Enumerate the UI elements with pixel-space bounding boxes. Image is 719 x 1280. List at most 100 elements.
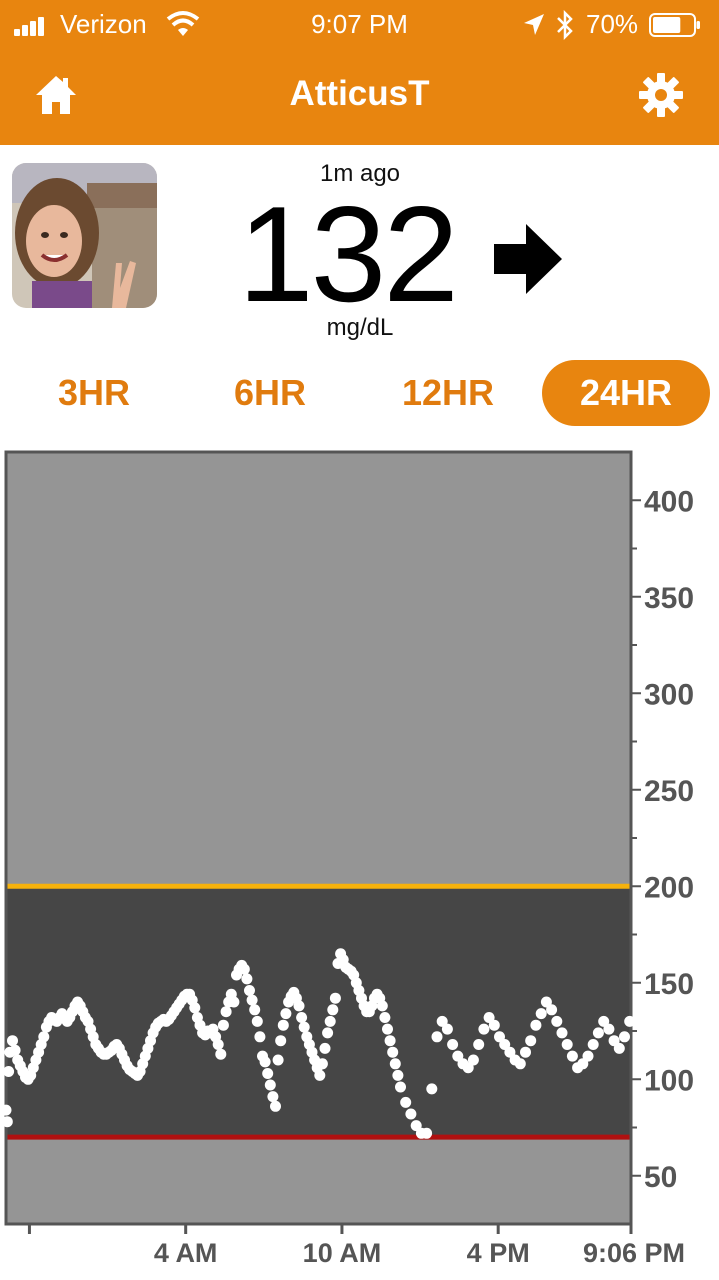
glucose-reading-point [259, 1056, 271, 1068]
glucose-reading-point [3, 1066, 15, 1077]
glucose-reading-point [316, 1058, 328, 1070]
glucose-reading-point [379, 1012, 391, 1023]
y-tick-label: 350 [644, 582, 694, 615]
glucose-reading-point [530, 1019, 542, 1031]
glucose-reading-point [389, 1058, 401, 1070]
glucose-reading-point [7, 1035, 18, 1047]
y-tick-label: 300 [644, 678, 694, 711]
patient-avatar [12, 163, 157, 308]
glucose-reading-point [215, 1048, 227, 1060]
location-arrow-icon [524, 14, 544, 35]
battery-percent: 70% [586, 9, 639, 39]
glucose-reading-point [473, 1039, 485, 1050]
glucose-reading-point [441, 1023, 453, 1035]
glucose-reading-point [254, 1031, 266, 1043]
glucose-reading-point [217, 1019, 229, 1031]
glucose-reading-point [392, 1069, 404, 1081]
glucose-reading-point [387, 1046, 399, 1058]
glucose-reading-point [400, 1096, 412, 1108]
glucose-reading-point [525, 1035, 537, 1047]
x-tick-label: 4 AM [154, 1238, 218, 1268]
y-tick-label: 250 [644, 775, 694, 808]
battery-icon [649, 13, 700, 37]
glucose-reading-point [592, 1027, 604, 1039]
tab-24hr[interactable]: 24HR [542, 360, 710, 426]
glucose-reading-point [298, 1021, 310, 1033]
glucose-reading-point [246, 994, 258, 1006]
glucose-reading-point [535, 1008, 547, 1020]
glucose-reading-point [447, 1039, 459, 1050]
glucose-reading-point [244, 985, 255, 996]
glucose-reading-point [220, 1006, 232, 1018]
glucose-reading-point [561, 1039, 573, 1050]
glucose-value: 132 [238, 178, 459, 330]
glucose-reading-point [9, 1044, 21, 1056]
glucose-reading-point [262, 1068, 274, 1079]
glucose-reading-point [327, 1004, 339, 1016]
glucose-reading-point [546, 1004, 558, 1016]
x-tick-label: 9:06 PM [583, 1238, 685, 1268]
glucose-reading-point [270, 1100, 281, 1112]
glucose-reading-point [329, 992, 341, 1004]
glucose-reading-point [587, 1039, 599, 1050]
glucose-reading-point [384, 1035, 396, 1047]
glucose-reading-point [514, 1058, 526, 1070]
x-tick-label: 4 PM [467, 1238, 530, 1268]
y-tick-label: 150 [644, 968, 694, 1001]
glucose-chart: 50 100 150 200 250 300 350 400 4 AM 10 AM 4 PM 9:06… [0, 450, 694, 1268]
tab-12hr[interactable]: 12HR [380, 360, 516, 426]
glucose-reading-point [277, 1019, 289, 1031]
gear-icon[interactable] [638, 72, 684, 118]
glucose-reading-point [251, 1015, 263, 1027]
app-header: Verizon 9:07 PM 70% AtticusT [0, 0, 719, 145]
glucose-reading-point [467, 1054, 479, 1066]
glucose-reading-point [228, 996, 240, 1008]
bluetooth-icon [557, 10, 573, 40]
arrow-right-icon [494, 224, 562, 294]
glucose-reading-point [395, 1081, 406, 1093]
glucose-reading-point [382, 1023, 393, 1035]
glucose-reading-point [1, 1116, 13, 1128]
glucose-reading-point [212, 1039, 224, 1050]
glucose-reading-point [189, 1002, 201, 1014]
glucose-reading-point [238, 963, 250, 975]
glucose-reading-point [405, 1108, 417, 1120]
tab-3hr[interactable]: 3HR [28, 360, 160, 426]
tab-6hr[interactable]: 6HR [204, 360, 336, 426]
glucose-reading-point [38, 1031, 50, 1043]
glucose-reading-point [296, 1012, 308, 1023]
glucose-reading-point [431, 1031, 443, 1043]
glucose-reading-point [319, 1042, 331, 1054]
glucose-reading-point [249, 1004, 261, 1016]
glucose-reading-point [613, 1042, 625, 1054]
glucose-reading-point [426, 1083, 438, 1095]
glucose-reading-point [556, 1027, 568, 1039]
glucose-reading-point [293, 1000, 305, 1012]
glucose-reading-point [551, 1015, 563, 1027]
glucose-units: mg/dL [326, 314, 394, 341]
glucose-reading-point [603, 1023, 615, 1035]
glucose-reading-point [488, 1019, 500, 1031]
patient-name-title: AtticusT [289, 74, 430, 113]
glucose-reading-point [275, 1035, 287, 1047]
glucose-reading-point [264, 1079, 276, 1091]
glucose-reading-point [619, 1031, 630, 1043]
glucose-reading-point [280, 1008, 292, 1020]
x-tick-label: 10 AM [303, 1238, 382, 1268]
glucose-reading-point [566, 1050, 578, 1062]
glucose-reading-point [376, 1000, 388, 1012]
glucose-reading-point [241, 973, 253, 985]
glucose-reading-point [324, 1015, 336, 1027]
glucose-reading-point [314, 1069, 326, 1081]
glucose-reading-point [267, 1091, 279, 1103]
glucose-reading-point [478, 1023, 490, 1035]
y-tick-label: 400 [644, 485, 694, 518]
glucose-reading-point [582, 1050, 594, 1062]
glucose-reading-point [272, 1054, 284, 1066]
glucose-reading-point [322, 1027, 334, 1039]
y-tick-label: 200 [644, 871, 694, 904]
y-tick-label: 100 [644, 1064, 694, 1097]
glucose-reading-point [624, 1015, 636, 1027]
y-tick-label: 50 [644, 1161, 677, 1194]
glucose-reading-point [0, 1104, 12, 1116]
